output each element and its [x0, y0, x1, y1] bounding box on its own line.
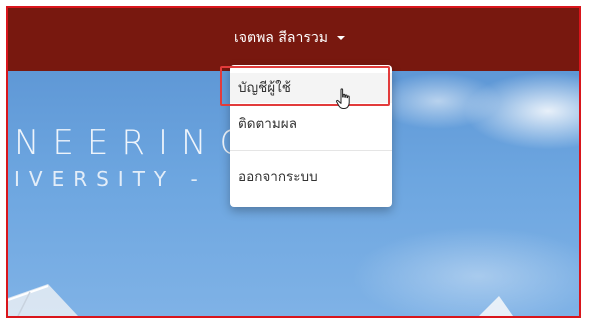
screenshot-frame: เจตพล สีลารวม NEERING IVERSITY - บัญชีผู… — [6, 6, 581, 318]
caret-down-icon — [337, 36, 346, 40]
menu-item-track-results-label: ติดตามผล — [238, 116, 297, 132]
menu-item-logout-label: ออกจากระบบ — [238, 169, 318, 185]
hero-title: NEERING — [14, 123, 259, 163]
top-navbar: เจตพล สีลารวม — [8, 8, 579, 71]
user-menu-toggle[interactable]: เจตพล สีลารวม — [234, 26, 346, 50]
menu-item-track-results[interactable]: ติดตามผล — [230, 109, 392, 139]
menu-item-logout[interactable]: ออกจากระบบ — [230, 162, 392, 192]
user-name-label: เจตพล สีลารวม — [234, 30, 328, 46]
annotation-highlight-box — [220, 66, 390, 106]
hand-pointer-icon — [336, 88, 350, 109]
hero-subtitle: IVERSITY - — [14, 167, 207, 191]
building-structure-graphic — [8, 284, 78, 316]
menu-divider — [230, 150, 392, 151]
building-edge-graphic — [479, 296, 513, 316]
